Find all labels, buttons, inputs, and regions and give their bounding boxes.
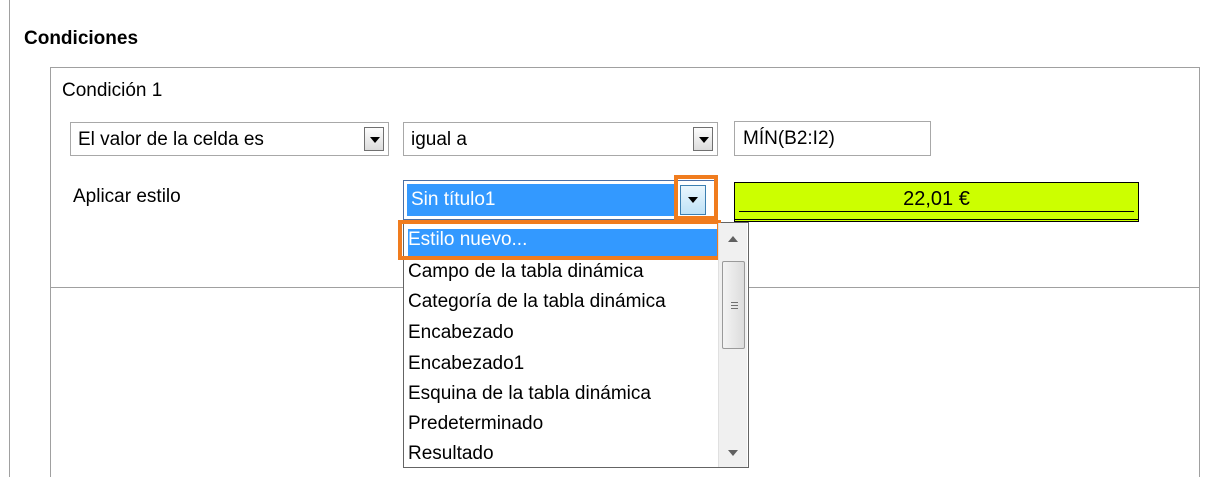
left-divider bbox=[9, 0, 10, 477]
style-dropdown-button-highlight bbox=[674, 175, 718, 220]
operator-combo[interactable]: igual a bbox=[403, 122, 718, 156]
scroll-down-icon[interactable] bbox=[728, 450, 738, 456]
section-title: Condiciones bbox=[24, 28, 139, 49]
grip-line bbox=[731, 305, 738, 306]
operator-dropdown-button[interactable] bbox=[693, 127, 713, 151]
dropdown-scrollbar[interactable] bbox=[718, 223, 747, 467]
style-combo-selection: Sin título1 bbox=[407, 184, 675, 216]
operator-value: igual a bbox=[411, 129, 467, 150]
dropdown-item-highlight bbox=[398, 220, 721, 260]
condition-value-field[interactable]: MÍN(B2:I2) bbox=[734, 121, 931, 156]
dropdown-item-encabezado[interactable]: Encabezado bbox=[408, 322, 514, 351]
dropdown-item-campo-tabla-dinamica[interactable]: Campo de la tabla dinámica bbox=[408, 261, 644, 290]
grip-line bbox=[731, 302, 738, 303]
grip-line bbox=[731, 308, 738, 309]
style-preview: 22,01 € bbox=[734, 182, 1139, 222]
dropdown-item-resultado[interactable]: Resultado bbox=[408, 443, 494, 472]
chevron-down-icon bbox=[370, 137, 380, 143]
condition-type-dropdown-button[interactable] bbox=[364, 127, 384, 151]
dropdown-item-encabezado1[interactable]: Encabezado1 bbox=[408, 353, 524, 382]
condition-value-text: MÍN(B2:I2) bbox=[743, 128, 835, 149]
dropdown-item-predeterminado[interactable]: Predeterminado bbox=[408, 413, 543, 442]
style-combo-value: Sin título1 bbox=[411, 189, 496, 210]
scrollbar-thumb[interactable] bbox=[722, 261, 745, 349]
preview-rule bbox=[739, 211, 1134, 212]
scroll-up-icon[interactable] bbox=[728, 236, 738, 242]
preview-underline bbox=[735, 219, 1138, 220]
apply-style-label: Aplicar estilo bbox=[73, 186, 181, 207]
preview-value: 22,01 € bbox=[903, 188, 970, 210]
chevron-down-icon bbox=[699, 137, 709, 143]
condition-label: Condición 1 bbox=[62, 80, 163, 101]
condition-type-combo[interactable]: El valor de la celda es bbox=[70, 122, 389, 156]
condition-type-value: El valor de la celda es bbox=[78, 129, 264, 150]
style-combo[interactable]: Sin título1 bbox=[403, 180, 718, 220]
dropdown-item-esquina-tabla-dinamica[interactable]: Esquina de la tabla dinámica bbox=[408, 383, 651, 412]
dropdown-item-categoria-tabla-dinamica[interactable]: Categoría de la tabla dinámica bbox=[408, 291, 666, 320]
